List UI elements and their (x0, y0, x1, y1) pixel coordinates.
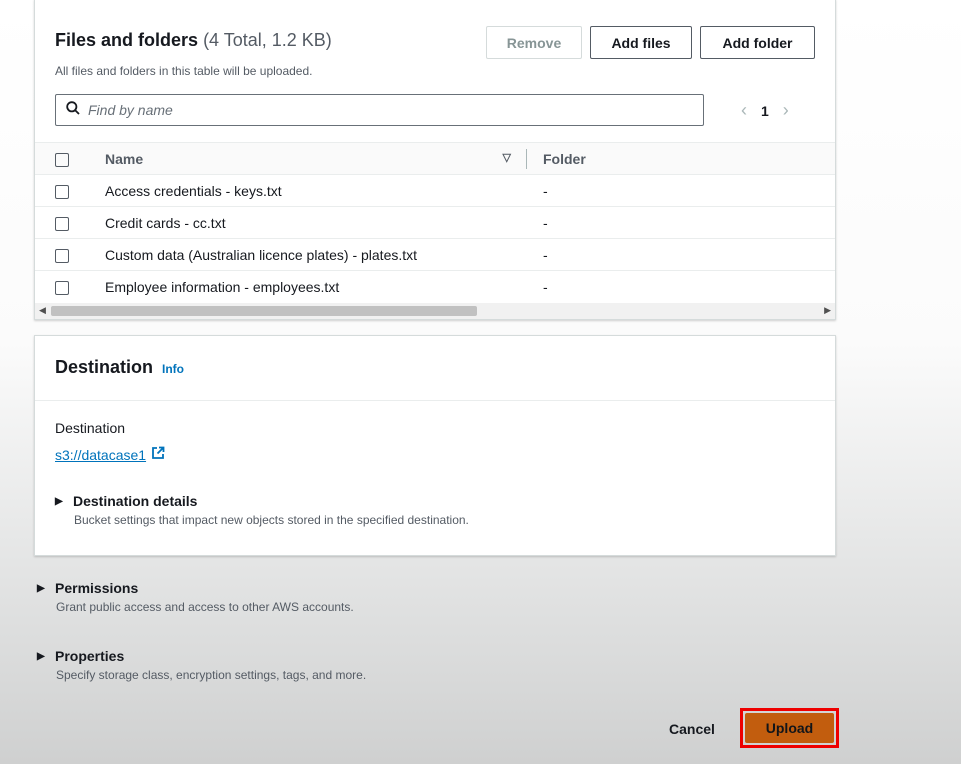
column-folder-label: Folder (543, 150, 586, 167)
scroll-left-icon[interactable]: ◀ (39, 305, 46, 316)
row-folder: - (527, 206, 835, 239)
files-count: (4 Total, 1.2 KB) (203, 30, 332, 50)
row-name: Custom data (Australian licence plates) … (105, 238, 527, 271)
destination-details-description: Bucket settings that impact new objects … (74, 513, 469, 527)
cancel-button[interactable]: Cancel (655, 712, 729, 745)
row-name: Employee information - employees.txt (105, 270, 527, 303)
search-input[interactable]: Find by name (55, 94, 704, 126)
scrollbar-thumb[interactable] (51, 306, 477, 316)
info-link[interactable]: Info (162, 362, 184, 376)
caret-right-icon: ▶ (55, 495, 63, 507)
select-all-checkbox[interactable] (55, 152, 69, 167)
row-checkbox-cell (35, 206, 105, 239)
files-and-folders-panel: Files and folders (4 Total, 1.2 KB) All … (34, 0, 836, 320)
add-files-button[interactable]: Add files (590, 26, 692, 59)
files-panel-title: Files and folders (4 Total, 1.2 KB) (55, 30, 332, 51)
sort-down-icon[interactable]: ▽ (503, 151, 511, 164)
files-description: All files and folders in this table will… (55, 64, 313, 78)
table-row: Credit cards - cc.txt - (35, 206, 835, 239)
destination-link-text[interactable]: s3://datacase1 (55, 447, 146, 463)
chevron-left-icon[interactable]: ‹ (741, 100, 747, 121)
row-name: Access credentials - keys.txt (105, 174, 527, 207)
destination-details-expander[interactable]: ▶ Destination details Bucket settings tha… (55, 493, 469, 527)
table-row: Employee information - employees.txt - (35, 270, 835, 303)
destination-header: Destination Info (35, 336, 835, 401)
files-table: Name ▽ Folder Access credentials - keys.… (35, 142, 835, 303)
row-checkbox[interactable] (55, 184, 69, 199)
row-name: Credit cards - cc.txt (105, 206, 527, 239)
scroll-right-icon[interactable]: ▶ (824, 305, 831, 316)
chevron-right-icon[interactable]: › (783, 100, 789, 121)
add-folder-button[interactable]: Add folder (700, 26, 815, 59)
table-row: Access credentials - keys.txt - (35, 174, 835, 207)
table-row: Custom data (Australian licence plates) … (35, 238, 835, 271)
permissions-expander[interactable]: ▶ Permissions Grant public access and acc… (37, 580, 354, 614)
row-checkbox[interactable] (55, 280, 69, 295)
properties-title[interactable]: Properties (55, 648, 124, 664)
row-checkbox-cell (35, 270, 105, 303)
permissions-description: Grant public access and access to other … (56, 600, 354, 614)
destination-title: Destination (55, 357, 154, 377)
permissions-title[interactable]: Permissions (55, 580, 138, 596)
row-checkbox-cell (35, 238, 105, 271)
search-placeholder: Find by name (88, 102, 173, 118)
destination-link[interactable]: s3://datacase1 (55, 446, 165, 463)
row-folder: - (527, 238, 835, 271)
caret-right-icon: ▶ (37, 650, 45, 662)
destination-details-title[interactable]: Destination details (73, 493, 197, 509)
column-header-name[interactable]: Name ▽ (105, 142, 527, 175)
row-checkbox[interactable] (55, 216, 69, 231)
external-link-icon (151, 446, 165, 463)
select-all-cell (35, 142, 105, 175)
search-icon (66, 100, 80, 120)
remove-button[interactable]: Remove (486, 26, 582, 59)
row-checkbox-cell (35, 174, 105, 207)
page-number[interactable]: 1 (761, 103, 769, 119)
files-title-text: Files and folders (55, 30, 199, 50)
properties-expander[interactable]: ▶ Properties Specify storage class, encry… (37, 648, 366, 682)
row-folder: - (527, 270, 835, 303)
properties-description: Specify storage class, encryption settin… (56, 668, 367, 682)
upload-highlight-box: Upload (740, 708, 839, 748)
caret-right-icon: ▶ (37, 582, 45, 594)
row-checkbox[interactable] (55, 248, 69, 263)
destination-field-label: Destination (55, 420, 126, 436)
row-folder: - (527, 174, 835, 207)
horizontal-scrollbar[interactable]: ◀ ▶ (35, 303, 835, 319)
pagination: ‹ 1 › (741, 100, 789, 121)
table-header-row: Name ▽ Folder (35, 142, 835, 175)
column-resizer[interactable] (526, 149, 527, 169)
column-header-folder[interactable]: Folder (527, 142, 835, 175)
upload-button[interactable]: Upload (745, 713, 834, 743)
column-name-label: Name (105, 150, 144, 167)
destination-panel: Destination Info Destination s3://dataca… (34, 335, 836, 556)
